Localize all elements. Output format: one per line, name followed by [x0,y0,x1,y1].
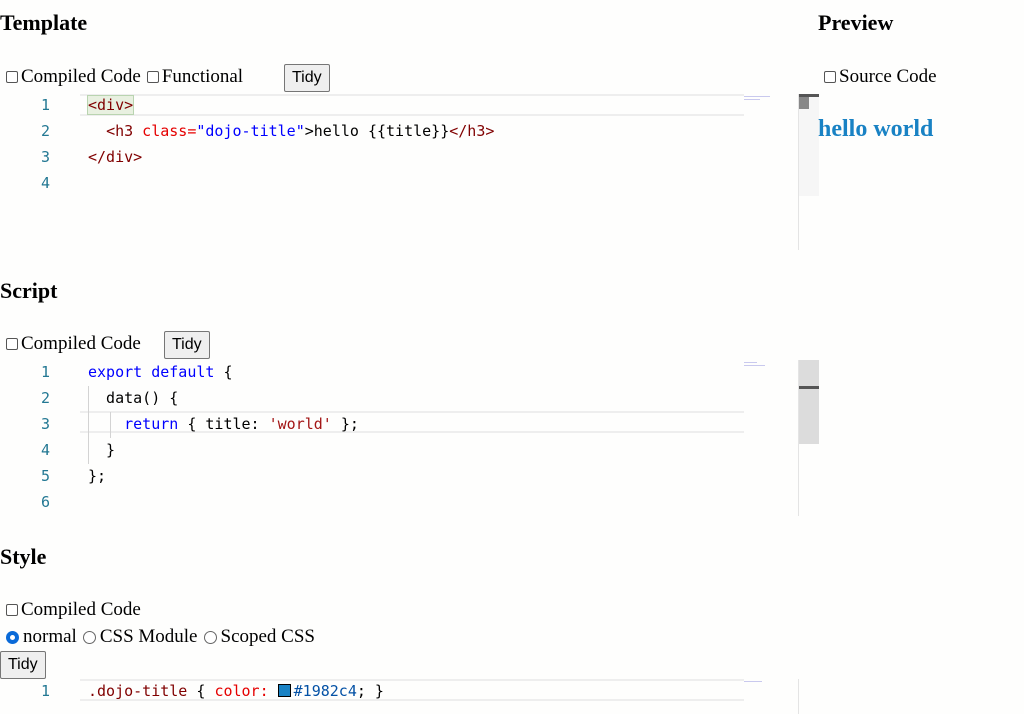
code-text: }; [331,415,359,433]
style-heading: Style [0,544,47,569]
code-line: export default { [88,363,233,381]
editor-border [798,679,799,714]
line-number: 6 [40,493,50,511]
code-selector: .dojo-title [88,682,188,700]
preview-options: Source Code [818,66,937,88]
code-line: </div> [88,148,142,166]
template-tidy-button[interactable]: Tidy [284,64,330,92]
line-number: 4 [40,441,50,459]
line-number: 4 [40,174,50,192]
script-heading: Script [0,278,58,303]
scrollbar[interactable] [799,360,819,444]
style-tidy-button[interactable]: Tidy [0,651,46,679]
template-compiled-label: Compiled Code [21,66,141,87]
code-line: <div> [86,95,135,115]
script-tidy-button[interactable]: Tidy [164,331,210,359]
code-text: >hello {{title}} [304,122,450,140]
code-tag: </h3> [449,122,495,140]
minimap[interactable] [744,679,770,687]
code-keyword: export default [88,363,215,381]
code-property: color: [214,682,269,700]
line-number: 2 [40,122,50,140]
code-line: .dojo-title { color: #1982c4; } [88,682,384,700]
radio-normal[interactable] [6,630,19,644]
template-compiled-checkbox[interactable] [6,71,18,83]
code-attr: class= [133,122,197,140]
style-options: Compiled Code [0,599,141,621]
line-number: 2 [40,389,50,407]
preview-heading: Preview [818,10,894,35]
code-line: <h3 class="dojo-title">hello {{title}}</… [88,122,494,140]
current-line-highlight [80,94,744,116]
template-heading: Template [0,10,88,35]
line-number: 5 [40,467,50,485]
code-string: 'world' [268,415,332,433]
code-text: } [88,441,116,459]
radio-scoped-css-label: Scoped CSS [220,626,316,647]
line-number: 1 [40,96,50,114]
line-number: 1 [40,363,50,381]
style-mode-radios: normal CSS Module Scoped CSS [0,626,315,648]
radio-css-module-label: CSS Module [99,626,198,647]
code-text: { title: [178,415,269,433]
code-line: data() { [88,389,178,407]
code-text: { [214,363,233,381]
style-compiled-checkbox[interactable] [6,604,18,616]
line-number: 3 [40,148,50,166]
line-number: 3 [40,415,50,433]
code-line: return { title: 'world' }; [88,415,359,433]
style-compiled-label: Compiled Code [21,599,141,620]
template-options: Compiled Code Functional [0,66,243,88]
script-compiled-label: Compiled Code [21,333,141,354]
code-string: "dojo-title" [196,122,305,140]
preview-rendered-title: hello world [818,116,934,142]
scrollbar-thumb[interactable] [799,386,819,389]
radio-css-module[interactable] [82,630,96,644]
script-options: Compiled Code [0,333,141,355]
preview-source-checkbox[interactable] [824,71,836,83]
code-keyword: return [124,415,179,433]
template-editor[interactable]: 1 2 3 4 <div> <h3 class="dojo-title">hel… [0,94,820,250]
code-text: data() { [88,389,179,407]
scrollbar-slider[interactable] [799,97,809,109]
code-text: { [187,682,215,700]
code-tag: <div> [86,95,135,115]
code-tag: </div> [88,148,143,166]
code-value: #1982c4 [293,682,357,700]
code-line: } [88,441,115,459]
scrollbar[interactable] [799,94,819,196]
radio-normal-label: normal [23,626,77,647]
line-number: 1 [40,682,50,700]
script-editor[interactable]: 1 2 3 4 5 6 export default { data() { re… [0,360,820,516]
code-text: ; } [356,682,384,700]
minimap[interactable] [744,360,770,368]
preview-source-label: Source Code [839,66,937,87]
color-swatch-icon[interactable] [277,684,291,697]
minimap[interactable] [744,94,770,102]
template-functional-label: Functional [161,66,244,87]
style-editor[interactable]: 1 .dojo-title { color: #1982c4; } [0,679,820,714]
script-compiled-checkbox[interactable] [6,338,18,350]
code-text: }; [88,467,107,485]
radio-scoped-css[interactable] [203,630,217,644]
template-functional-checkbox[interactable] [146,71,159,83]
code-line: }; [88,467,106,485]
code-tag: <h3 [106,122,134,140]
